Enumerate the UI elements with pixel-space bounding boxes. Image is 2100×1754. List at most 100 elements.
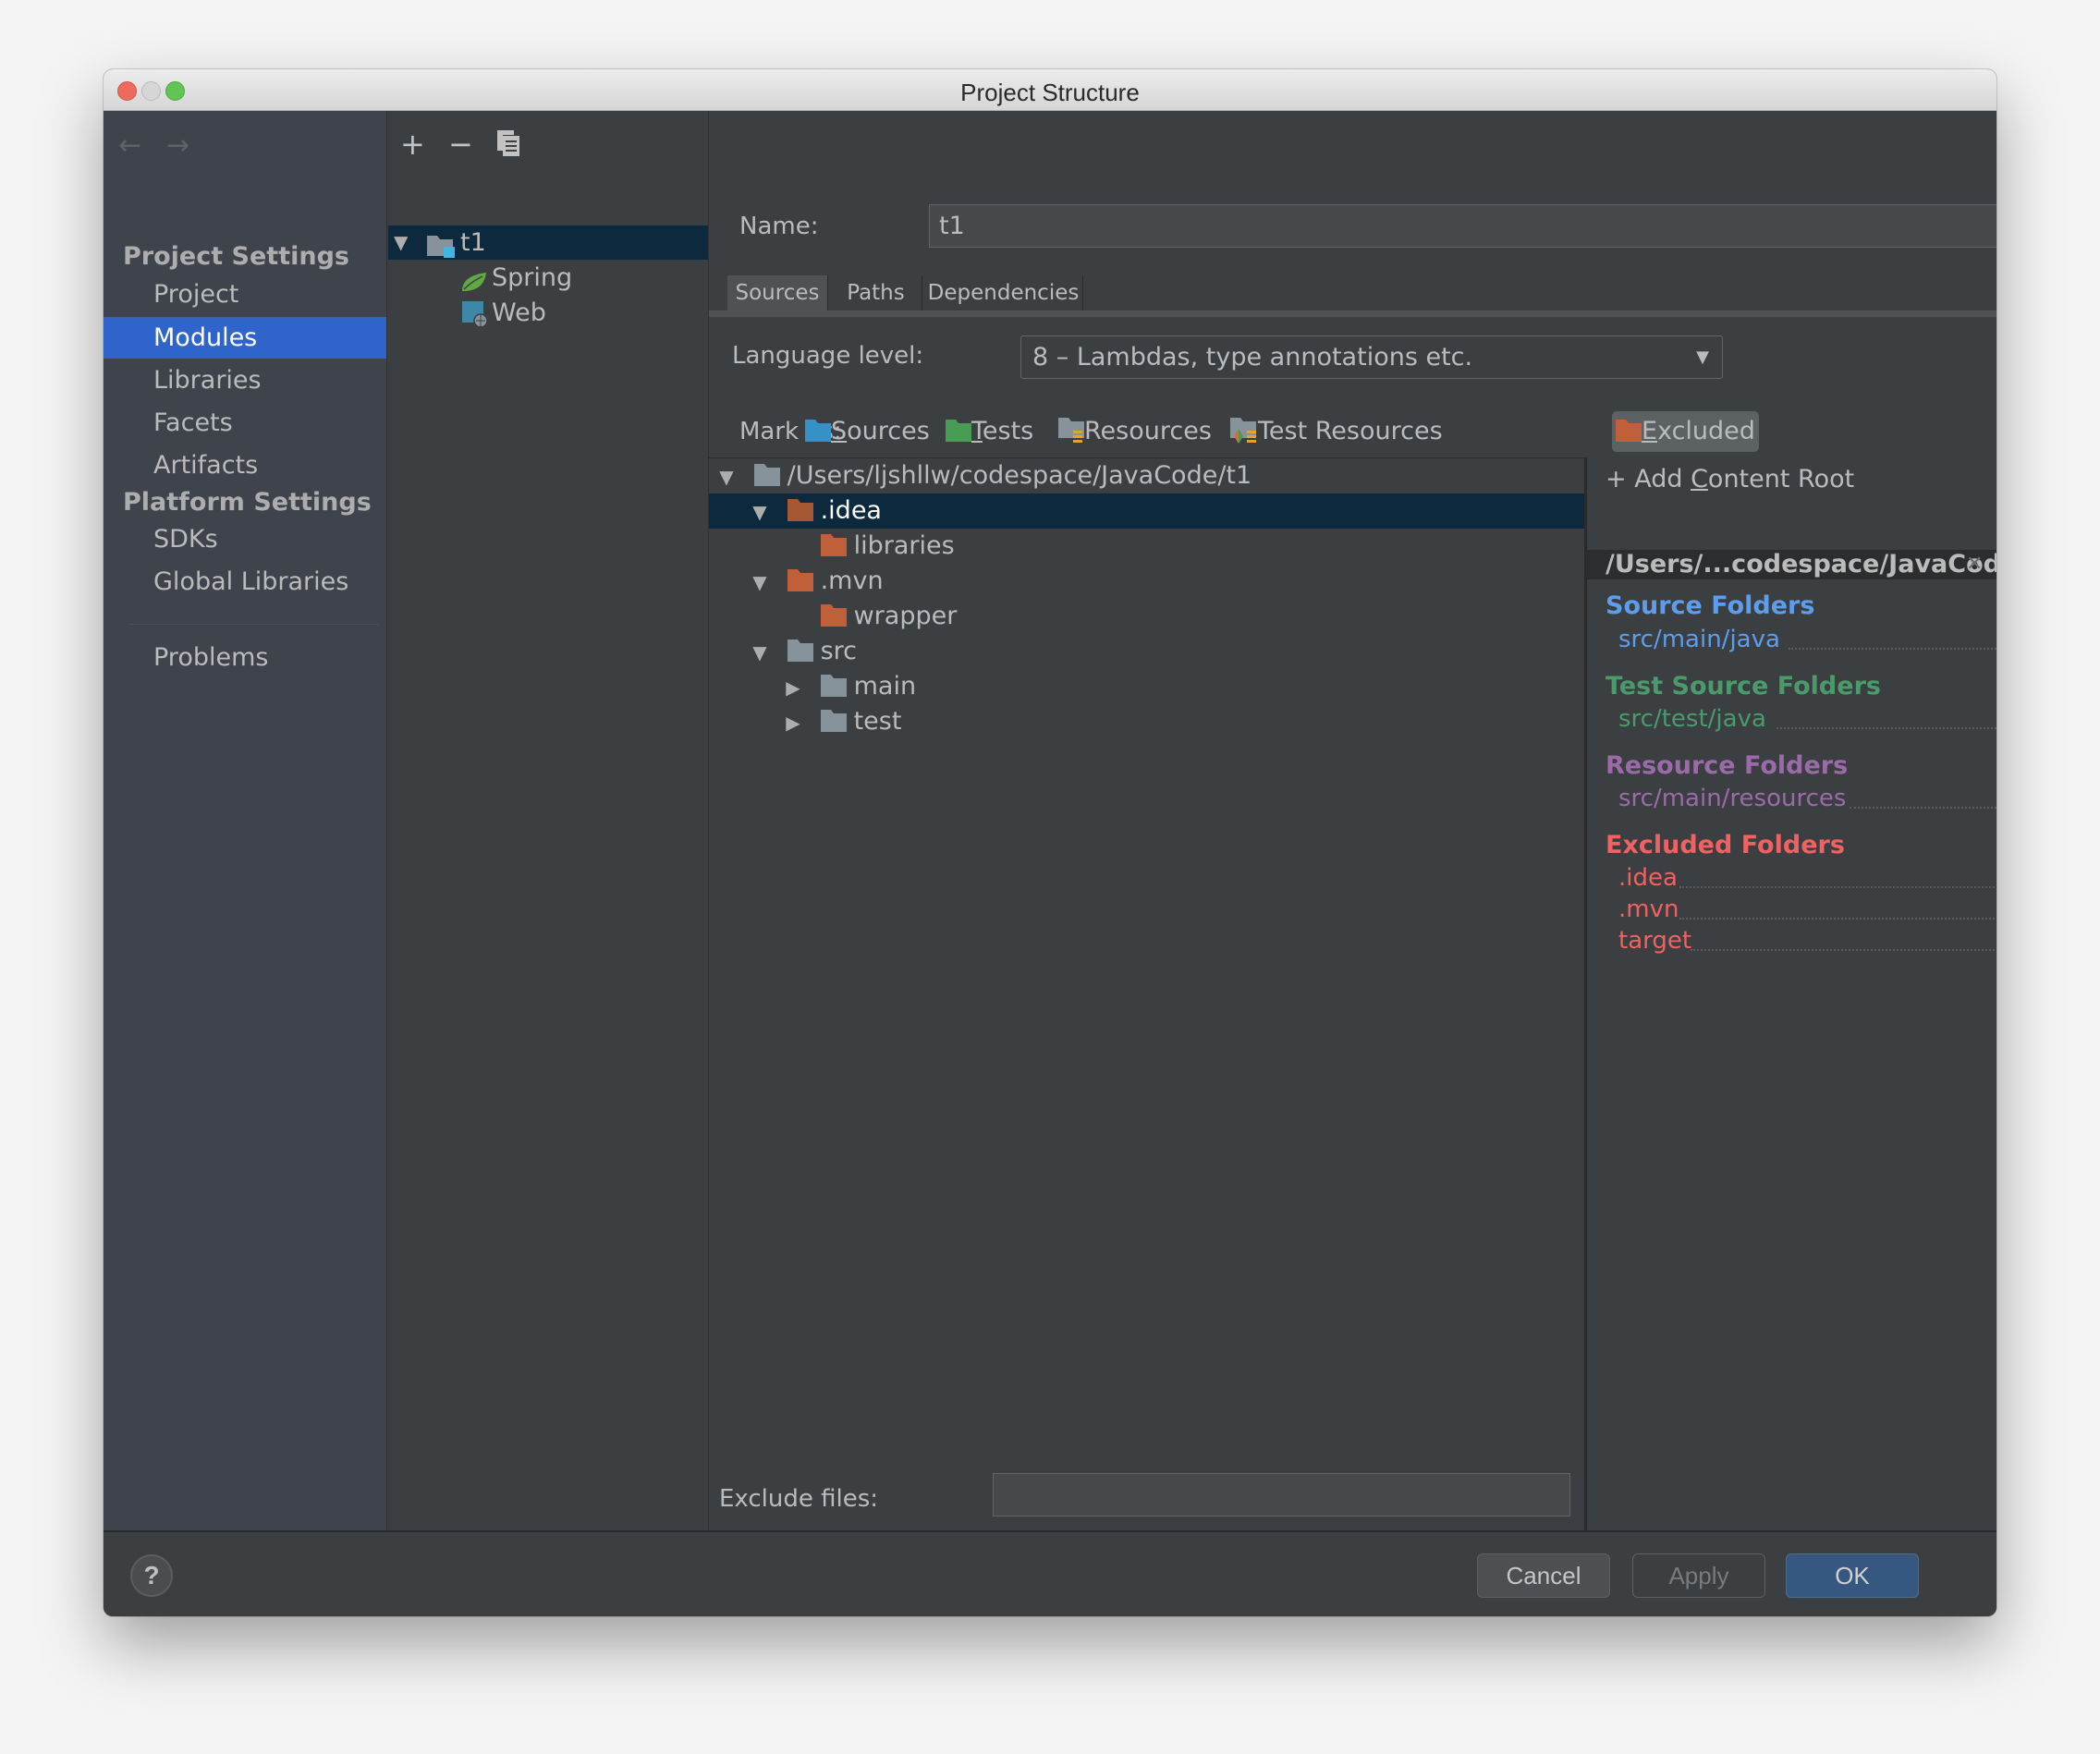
remove-module-icon[interactable]: −: [448, 129, 473, 159]
module-tabs: Sources Paths Dependencies: [709, 275, 1996, 317]
tree-item-wrapper[interactable]: wrapper: [709, 599, 1584, 634]
module-tree-item-t1[interactable]: ▼ t1: [388, 225, 708, 260]
content-root-header: /Users/...codespace/JavaCode/t1 ✕: [1587, 550, 1996, 579]
test-source-folder-item: src/test/java: [1618, 705, 1766, 733]
excluded-folder-item: .idea: [1618, 864, 1678, 892]
mark-as-bar: Mark as: Sources Tests Resources Test Re…: [709, 408, 1996, 457]
tab-dependencies[interactable]: Dependencies: [924, 275, 1083, 311]
sidebar-item-artifacts[interactable]: Artifacts: [104, 445, 386, 486]
tree-item-idea[interactable]: ▼ .idea: [709, 493, 1584, 529]
tests-folder-icon: [946, 420, 971, 442]
test-resources-folder-icon: [1230, 418, 1256, 444]
chevron-down-icon: ▼: [1696, 347, 1709, 367]
content-root-tree: ▼ /Users/ljshllw/codespace/JavaCode/t1 ▼…: [709, 457, 1584, 1585]
module-panel: + − ▼ t1 Spring Web: [387, 111, 709, 1530]
title-bar: Project Structure: [104, 69, 1996, 111]
module-tree-item-spring[interactable]: Spring: [388, 261, 708, 295]
excluded-folder-icon: [787, 499, 813, 521]
sidebar-item-libraries[interactable]: Libraries: [104, 359, 386, 401]
language-level-value: 8 – Lambdas, type annotations etc.: [1032, 343, 1473, 372]
forward-arrow-icon[interactable]: →: [166, 129, 189, 162]
excluded-folders-title: Excluded Folders: [1606, 831, 1845, 859]
excluded-folder-item: target: [1618, 927, 1692, 955]
module-label: t1: [460, 228, 486, 257]
sidebar-item-global-libraries[interactable]: Global Libraries: [104, 561, 386, 603]
collapse-arrow-icon[interactable]: ▶: [779, 670, 807, 705]
expand-arrow-icon[interactable]: ▼: [746, 635, 774, 670]
source-folder-item: src/main/java: [1618, 626, 1780, 653]
content-roots-panel: + Add Content Root /Users/...codespace/J…: [1587, 457, 1996, 1530]
resource-folders-title: Resource Folders: [1606, 751, 1849, 780]
facet-label: Web: [492, 298, 546, 327]
expand-arrow-icon[interactable]: ▼: [746, 565, 774, 600]
leader-dots: [1789, 648, 1996, 650]
language-level-select[interactable]: 8 – Lambdas, type annotations etc. ▼: [1020, 335, 1723, 379]
source-folders-title: Source Folders: [1606, 591, 1815, 620]
sidebar-item-sdks[interactable]: SDKs: [104, 518, 386, 560]
web-facet-icon: [462, 301, 490, 336]
name-label: Name:: [739, 213, 819, 240]
folder-icon: [820, 710, 847, 732]
copy-module-icon[interactable]: [496, 129, 520, 162]
tabs-underline: [709, 311, 1996, 317]
dialog-footer: ? Cancel Apply OK: [104, 1530, 1996, 1616]
tab-paths[interactable]: Paths: [830, 275, 922, 311]
collapse-arrow-icon[interactable]: ▶: [779, 705, 807, 740]
sidebar-divider: [129, 624, 379, 625]
excluded-folder-item: .mvn: [1618, 895, 1679, 923]
mark-as-sources-button[interactable]: Sources: [801, 411, 934, 452]
project-settings-header: Project Settings: [123, 242, 349, 271]
tab-sources[interactable]: Sources: [727, 275, 828, 311]
leader-dots: [1679, 886, 1996, 888]
sidebar-item-modules[interactable]: Modules: [104, 317, 386, 359]
add-content-root-button[interactable]: + Add Content Root: [1606, 465, 1854, 493]
expand-arrow-icon[interactable]: ▼: [394, 225, 408, 260]
leader-dots: [1850, 807, 1996, 809]
project-structure-dialog: Project Structure ← → Project Settings P…: [104, 69, 1996, 1616]
module-name-input[interactable]: t1: [929, 204, 1996, 248]
resource-folder-item: src/main/resources: [1618, 785, 1847, 812]
apply-button[interactable]: Apply: [1632, 1553, 1765, 1598]
facet-label: Spring: [492, 263, 573, 292]
add-module-icon[interactable]: +: [400, 129, 425, 159]
mark-as-excluded-button[interactable]: Excluded: [1612, 411, 1759, 452]
module-content: Name: t1 Sources Paths Dependencies Lang…: [709, 111, 1996, 1585]
tree-item-main[interactable]: ▶ main: [709, 669, 1584, 704]
help-button[interactable]: ?: [130, 1554, 173, 1597]
exclude-files-label: Exclude files:: [719, 1485, 879, 1513]
tree-item-libraries[interactable]: libraries: [709, 529, 1584, 564]
excluded-folder-icon: [820, 604, 847, 627]
folder-icon: [753, 464, 780, 486]
test-source-folders-title: Test Source Folders: [1606, 672, 1881, 700]
tree-item-test[interactable]: ▶ test: [709, 704, 1584, 739]
tree-item-mvn[interactable]: ▼ .mvn: [709, 564, 1584, 599]
settings-sidebar: ← → Project Settings Project Modules Lib…: [104, 111, 387, 1530]
leader-dots: [1679, 918, 1996, 920]
mark-as-resources-button[interactable]: Resources: [1055, 411, 1215, 452]
module-tree-item-web[interactable]: Web: [388, 296, 708, 330]
folder-icon: [820, 675, 847, 697]
tree-item-root[interactable]: ▼ /Users/ljshllw/codespace/JavaCode/t1: [709, 458, 1584, 493]
language-level-label: Language level:: [732, 342, 924, 370]
expand-arrow-icon[interactable]: ▼: [713, 459, 740, 494]
cancel-button[interactable]: Cancel: [1477, 1553, 1610, 1598]
ok-button[interactable]: OK: [1786, 1553, 1919, 1598]
excluded-folder-icon: [820, 534, 847, 556]
leader-dots: [1691, 949, 1996, 951]
sidebar-item-project[interactable]: Project: [104, 274, 386, 315]
sidebar-item-facets[interactable]: Facets: [104, 402, 386, 444]
sources-folder-icon: [805, 420, 831, 442]
leader-dots: [1776, 727, 1996, 729]
tree-item-src[interactable]: ▼ src: [709, 634, 1584, 669]
exclude-files-input[interactable]: [993, 1473, 1570, 1516]
remove-content-root-icon[interactable]: ✕: [1966, 554, 1983, 575]
expand-arrow-icon[interactable]: ▼: [746, 494, 774, 530]
excluded-folder-icon: [787, 569, 813, 591]
content-root-path: /Users/...codespace/JavaCode/t1: [1606, 550, 1996, 579]
back-arrow-icon[interactable]: ←: [118, 129, 141, 162]
folder-icon: [787, 639, 813, 662]
sidebar-item-problems[interactable]: Problems: [104, 637, 386, 678]
mark-as-tests-button[interactable]: Tests: [942, 411, 1037, 452]
excluded-folder-icon: [1616, 420, 1642, 442]
mark-as-test-resources-button[interactable]: Test Resources: [1227, 411, 1447, 452]
